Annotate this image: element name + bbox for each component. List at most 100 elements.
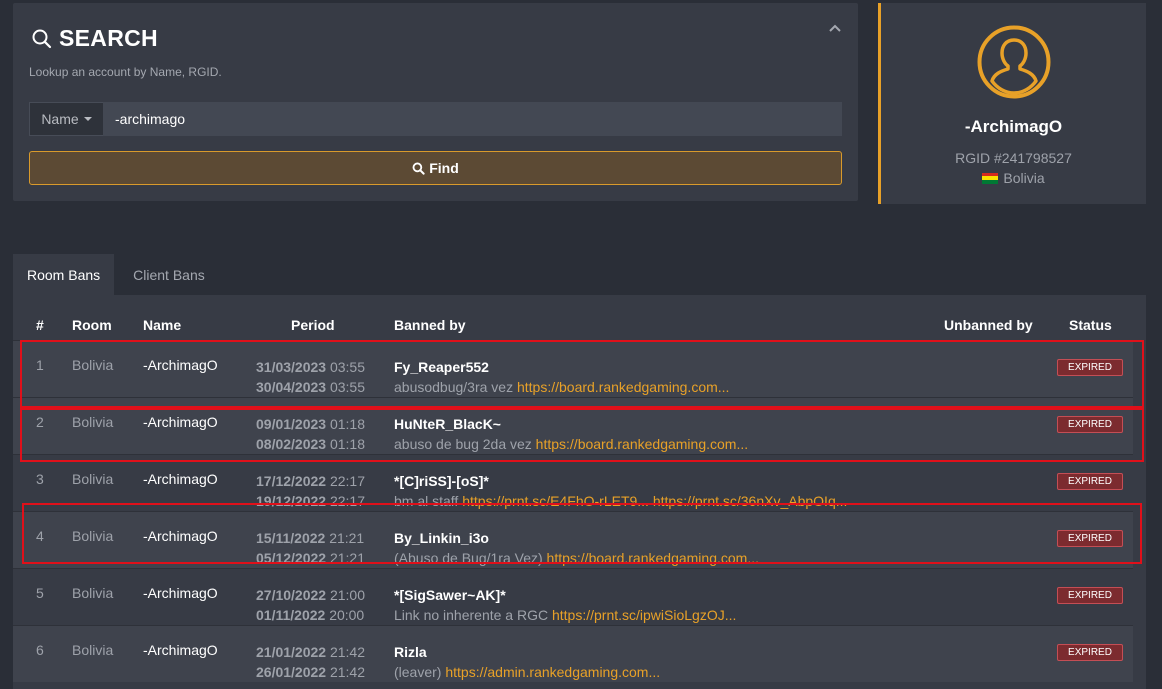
row-name: -ArchimagO <box>143 528 218 544</box>
row-period: 17/12/2022 22:17 19/12/2022 22:17 <box>256 471 365 509</box>
row-room: Bolivia <box>72 471 114 487</box>
chevron-up-icon[interactable] <box>828 21 842 35</box>
tab-client-bans[interactable]: Client Bans <box>114 254 220 295</box>
row-status: EXPIRED <box>1057 414 1123 433</box>
row-status: EXPIRED <box>1057 585 1123 604</box>
row-period: 21/01/2022 21:42 26/01/2022 21:42 <box>256 642 365 682</box>
row-room: Bolivia <box>72 642 114 658</box>
header-period: Period <box>291 317 335 333</box>
row-end-date: 19/12/2022 <box>256 493 327 509</box>
table-row: 2 Bolivia -ArchimagO 09/01/2023 01:18 08… <box>13 397 1133 454</box>
table-body: 1 Bolivia -ArchimagO 31/03/2023 03:55 30… <box>13 340 1133 682</box>
row-evidence-link[interactable]: https://prnt.sc/ipwiSioLgzOJ... <box>552 607 736 623</box>
find-button[interactable]: Find <box>29 151 842 185</box>
profile-name: -ArchimagO <box>964 117 1063 136</box>
row-reason: abuso de bug 2da vez <box>394 436 532 452</box>
row-evidence-link[interactable]: https://board.rankedgaming.com... <box>547 550 759 566</box>
row-start-time: 22:17 <box>329 473 366 489</box>
profile-country-label: Bolivia <box>1003 170 1045 186</box>
row-end-time: 20:00 <box>329 607 365 623</box>
row-banned-by: Fy_Reaper552 abusodbug/3ra vez https://b… <box>394 357 874 397</box>
row-end-date: 30/04/2023 <box>256 379 327 395</box>
row-end-time: 22:17 <box>329 493 366 509</box>
row-banned-by: Rizla (leaver) https://admin.rankedgamin… <box>394 642 874 682</box>
row-start-time: 21:00 <box>329 587 366 603</box>
row-evidence-link-2[interactable]: https://prnt.sc/36nXv_AbpOIq... <box>653 493 848 509</box>
row-name: -ArchimagO <box>143 357 218 373</box>
row-room: Bolivia <box>72 414 114 430</box>
find-button-label: Find <box>429 160 459 176</box>
row-status: EXPIRED <box>1057 471 1123 490</box>
bolivia-flag-icon <box>982 172 999 184</box>
row-room: Bolivia <box>72 357 114 373</box>
row-num: 1 <box>36 357 44 373</box>
row-reason: (leaver) <box>394 664 442 680</box>
caret-down-icon <box>83 117 92 121</box>
bans-table: # Room Name Period Banned by Unbanned by… <box>13 295 1146 689</box>
profile-rgid: RGID #241798527 <box>955 150 1072 166</box>
search-input[interactable] <box>103 102 842 136</box>
row-banned-by: *[SigSawer~AK]* Link no inherente a RGC … <box>394 585 874 625</box>
row-banned-by: By_Linkin_i3o (Abuso de Bug/1ra Vez) htt… <box>394 528 874 568</box>
row-num: 3 <box>36 471 44 487</box>
search-icon <box>32 29 52 48</box>
row-start-date: 15/11/2022 <box>256 530 326 546</box>
table-row: 4 Bolivia -ArchimagO 15/11/2022 21:21 05… <box>13 511 1133 568</box>
row-period: 15/11/2022 21:21 05/12/2022 21:21 <box>256 528 365 568</box>
row-banned-by: HuNteR_BlacK~ abuso de bug 2da vez https… <box>394 414 874 454</box>
row-room: Bolivia <box>72 585 114 601</box>
status-badge: EXPIRED <box>1057 587 1123 604</box>
table-header: # Room Name Period Banned by Unbanned by… <box>13 317 1146 337</box>
table-row: 6 Bolivia -ArchimagO 21/01/2022 21:42 26… <box>13 625 1133 682</box>
row-reason: (Abuso de Bug/1ra Vez) <box>394 550 543 566</box>
header-num: # <box>36 317 44 333</box>
search-title: SEARCH <box>59 25 158 51</box>
row-evidence-link[interactable]: https://prnt.sc/E4FhO-rLET9... <box>462 493 649 509</box>
row-start-time: 01:18 <box>329 416 366 432</box>
row-period: 09/01/2023 01:18 08/02/2023 01:18 <box>256 414 365 454</box>
row-evidence-link[interactable]: https://admin.rankedgaming.com... <box>445 664 660 680</box>
row-banned-by: *[C]riSS]-[oS]* bm al staff https://prnt… <box>394 471 874 509</box>
status-badge: EXPIRED <box>1057 530 1123 547</box>
row-end-date: 08/02/2023 <box>256 436 327 452</box>
row-name: -ArchimagO <box>143 642 218 658</box>
row-start-time: 03:55 <box>329 359 366 375</box>
row-end-date: 01/11/2022 <box>256 607 326 623</box>
row-period: 27/10/2022 21:00 01/11/2022 20:00 <box>256 585 365 625</box>
profile-panel: -ArchimagO RGID #241798527 Bolivia <box>878 3 1146 204</box>
row-start-date: 31/03/2023 <box>256 359 327 375</box>
row-end-time: 03:55 <box>329 379 366 395</box>
row-num: 2 <box>36 414 44 430</box>
ban-tabs: Room Bans Client Bans <box>13 254 220 295</box>
search-subtitle: Lookup an account by Name, RGID. <box>29 65 222 79</box>
row-start-date: 09/01/2023 <box>256 416 327 432</box>
table-row: 1 Bolivia -ArchimagO 31/03/2023 03:55 30… <box>13 340 1133 397</box>
row-banner-name: HuNteR_BlacK~ <box>394 416 501 432</box>
search-type-dropdown[interactable]: Name <box>29 102 103 136</box>
row-banner-name: *[C]riSS]-[oS]* <box>394 473 489 489</box>
status-badge: EXPIRED <box>1057 359 1123 376</box>
table-row: 3 Bolivia -ArchimagO 17/12/2022 22:17 19… <box>13 454 1133 511</box>
row-name: -ArchimagO <box>143 585 218 601</box>
search-panel: SEARCH Lookup an account by Name, RGID. … <box>13 3 858 201</box>
search-row: Name <box>29 102 842 136</box>
search-icon <box>412 162 425 175</box>
row-start-date: 17/12/2022 <box>256 473 327 489</box>
header-status: Status <box>1069 317 1112 333</box>
row-reason: abusodbug/3ra vez <box>394 379 514 395</box>
tab-room-bans[interactable]: Room Bans <box>13 254 115 295</box>
row-reason: bm al staff <box>394 493 459 509</box>
row-evidence-link[interactable]: https://board.rankedgaming.com... <box>517 379 729 395</box>
row-banner-name: By_Linkin_i3o <box>394 530 489 546</box>
row-end-date: 26/01/2022 <box>256 664 327 680</box>
row-num: 5 <box>36 585 44 601</box>
row-status: EXPIRED <box>1057 642 1123 661</box>
user-avatar-icon <box>977 25 1051 99</box>
header-name: Name <box>143 317 182 333</box>
row-evidence-link[interactable]: https://board.rankedgaming.com... <box>536 436 748 452</box>
row-end-time: 01:18 <box>329 436 366 452</box>
row-start-date: 21/01/2022 <box>256 644 327 660</box>
row-end-date: 05/12/2022 <box>256 550 327 566</box>
row-banner-name: Rizla <box>394 644 427 660</box>
header-unbanned-by: Unbanned by <box>944 317 1033 333</box>
